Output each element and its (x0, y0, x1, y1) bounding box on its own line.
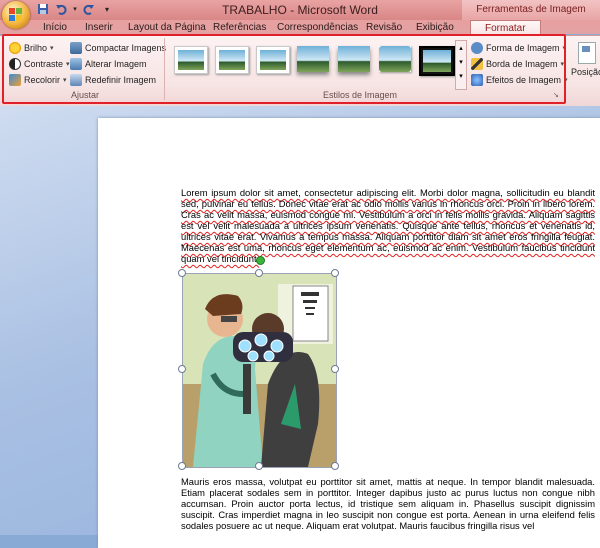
tab-inserir[interactable]: Inserir (85, 22, 113, 34)
tab-exibicao[interactable]: Exibição (416, 22, 454, 34)
tab-referencias[interactable]: Referências (213, 22, 266, 34)
tab-revisao[interactable]: Revisão (366, 22, 402, 34)
tab-layout[interactable]: Layout da Página (128, 22, 206, 34)
resize-handle-bottom-right[interactable] (331, 462, 339, 470)
resize-handle-top-right[interactable] (331, 269, 339, 277)
position-button[interactable]: Posição (571, 67, 600, 77)
tab-inicio[interactable]: Início (43, 22, 67, 34)
redo-icon[interactable] (82, 3, 96, 16)
quick-access-toolbar: ▾ ▾ (36, 3, 114, 16)
chevron-down-icon[interactable]: ▾ (72, 3, 78, 16)
rotate-handle[interactable] (256, 256, 265, 265)
customize-icon[interactable]: ▾ (100, 3, 114, 16)
paragraph-1[interactable]: Lorem ipsum dolor sit amet, consectetur … (181, 187, 595, 264)
office-logo-icon (9, 8, 23, 22)
resize-handle-top[interactable] (255, 269, 263, 277)
position-icon[interactable] (578, 42, 596, 64)
resize-handle-left[interactable] (178, 365, 186, 373)
selected-picture[interactable] (182, 273, 337, 468)
paragraph-2[interactable]: Mauris eros massa, volutpat eu porttitor… (181, 476, 595, 531)
ribbon-highlight-box (2, 34, 566, 104)
office-button[interactable] (2, 1, 30, 29)
save-icon[interactable] (36, 3, 50, 16)
picture-tools-context-label: Ferramentas de Imagem (462, 0, 600, 20)
tab-correspondencias[interactable]: Correspondências (277, 22, 358, 34)
optometrist-clipart (183, 274, 336, 467)
resize-handle-bottom-left[interactable] (178, 462, 186, 470)
resize-handle-bottom[interactable] (255, 462, 263, 470)
undo-icon[interactable] (54, 3, 68, 16)
resize-handle-right[interactable] (331, 365, 339, 373)
resize-handle-top-left[interactable] (178, 269, 186, 277)
